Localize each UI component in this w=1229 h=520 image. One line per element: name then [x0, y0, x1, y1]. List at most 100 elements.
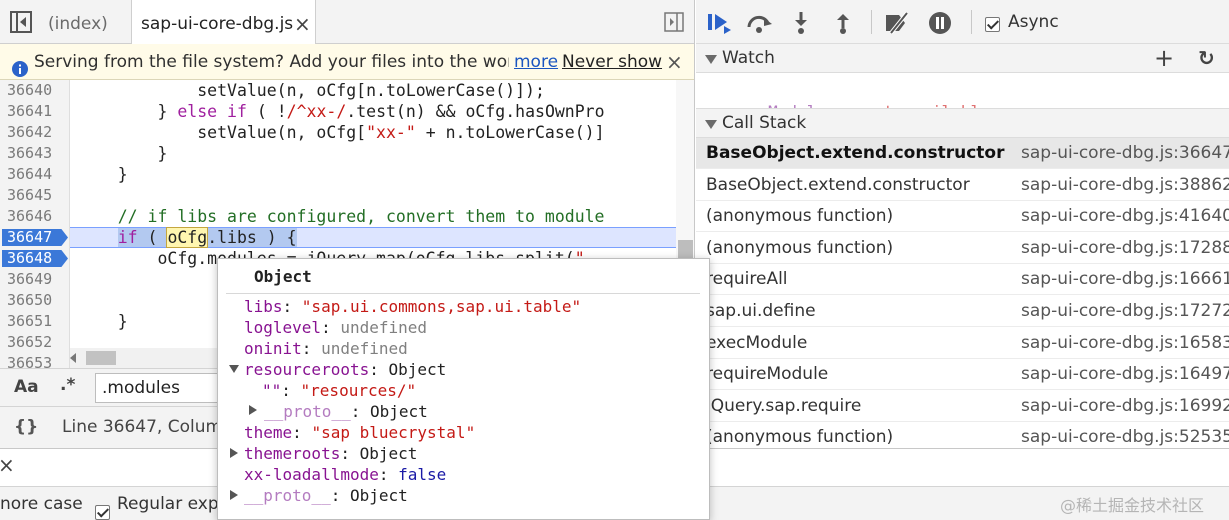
- frame-location: sap-ui-core-dbg.js:36647: [1021, 143, 1229, 163]
- callstack-frame[interactable]: (anonymous function) sap-ui-core-dbg.js:4…: [696, 201, 1229, 233]
- line-number[interactable]: 36642: [0, 122, 70, 143]
- tab-index[interactable]: (index): [48, 0, 108, 44]
- code-line[interactable]: if ( oCfg.libs ) {: [78, 227, 297, 248]
- ignore-case-label: nore case: [0, 494, 83, 514]
- line-number[interactable]: 36641: [0, 101, 70, 122]
- drawer-close-icon[interactable]: ×: [0, 453, 15, 477]
- line-number[interactable]: 36640: [0, 80, 70, 101]
- async-label: Async: [1008, 12, 1059, 32]
- prop-value: undefined: [321, 339, 408, 358]
- line-number[interactable]: 36651: [0, 311, 70, 332]
- callstack-frame[interactable]: execModule sap-ui-core-dbg.js:16583: [696, 328, 1229, 359]
- code-line[interactable]: }: [78, 164, 128, 185]
- horizontal-scroll-thumb[interactable]: [86, 351, 116, 365]
- prop-key: themeroots: [244, 444, 341, 463]
- line-number[interactable]: 36643: [0, 143, 70, 164]
- refresh-watch-icon[interactable]: ↻: [1198, 44, 1215, 73]
- callstack-frame[interactable]: jQuery.sap.require sap-ui-core-dbg.js:169…: [696, 391, 1229, 422]
- tab-sap-ui-core-dbg[interactable]: sap-ui-core-dbg.js ×: [131, 0, 316, 45]
- pretty-print-button[interactable]: {}: [14, 407, 38, 447]
- prop-value: Object: [369, 402, 428, 421]
- match-case-button[interactable]: Aa: [14, 377, 39, 397]
- step-into-icon[interactable]: [791, 11, 815, 35]
- line-number[interactable]: 36653: [0, 353, 70, 368]
- pause-on-exceptions-icon[interactable]: [928, 11, 952, 35]
- prop-proto[interactable]: __proto__: Object: [264, 401, 428, 422]
- prop-oninit[interactable]: oninit: undefined: [244, 338, 408, 359]
- tab-close-icon[interactable]: ×: [294, 0, 311, 48]
- code-line[interactable]: setValue(n, oCfg[n.toLowerCase()]);: [78, 80, 545, 101]
- prop-value: "sap.ui.commons,sap.ui.table": [301, 297, 582, 316]
- line-number-text: 36645: [7, 186, 53, 204]
- prop-value: undefined: [340, 318, 428, 337]
- line-number-text: 36642: [7, 123, 53, 141]
- frame-function: jQuery.sap.require: [706, 395, 862, 416]
- prop-xx-loadallmode[interactable]: xx-loadallmode: false: [244, 464, 446, 485]
- callstack-frame[interactable]: BaseObject.extend.constructor sap-ui-core…: [696, 170, 1229, 201]
- step-out-icon[interactable]: [833, 11, 857, 35]
- line-number-text: 36653: [7, 354, 53, 368]
- frame-location: sap-ui-core-dbg.js:16661: [1021, 269, 1229, 290]
- breakpoint-line-number[interactable]: 36648: [0, 248, 70, 269]
- line-number[interactable]: 36645: [0, 185, 70, 206]
- prop-loglevel[interactable]: loglevel: undefined: [244, 317, 427, 338]
- callstack-frame[interactable]: requireModule sap-ui-core-dbg.js:16497: [696, 359, 1229, 391]
- callstack-section-header[interactable]: Call Stack: [696, 108, 1229, 138]
- expand-proto2-icon[interactable]: [230, 490, 238, 500]
- callstack-frame[interactable]: sap.ui.define sap-ui-core-dbg.js:17272: [696, 296, 1229, 327]
- prop-key: loglevel: [244, 318, 322, 337]
- code-line[interactable]: } else if ( !/^xx-/.test(n) && oCfg.hasO…: [78, 101, 604, 122]
- callstack-collapse-icon[interactable]: [705, 120, 717, 129]
- line-number[interactable]: 36649: [0, 269, 70, 290]
- editor-tabbar: (index) sap-ui-core-dbg.js ×: [0, 0, 694, 45]
- code-line[interactable]: // if libs are configured, convert them …: [78, 206, 605, 227]
- scroll-left-icon[interactable]: [70, 353, 76, 363]
- line-number-text: 36647: [7, 228, 53, 246]
- callstack-frame[interactable]: BaseObject.extend.constructor sap-ui-core…: [696, 138, 1229, 169]
- prop-value: Object: [359, 444, 418, 463]
- expand-themeroots-icon[interactable]: [230, 448, 238, 458]
- infobar-never-show-link[interactable]: Never show: [562, 44, 662, 79]
- watermark: @稀土掘金技术社区: [1060, 496, 1205, 515]
- infobar-more-link[interactable]: more: [514, 44, 558, 79]
- prop-libs[interactable]: libs: "sap.ui.commons,sap.ui.table": [244, 296, 581, 317]
- expand-resourceroots-icon[interactable]: [229, 365, 239, 373]
- expand-proto-icon[interactable]: [249, 405, 257, 415]
- watch-section-header[interactable]: Watch + ↻: [696, 43, 1229, 73]
- prop-resourceroots[interactable]: resourceroots: Object: [244, 359, 446, 380]
- prop-key: __proto__: [264, 402, 351, 421]
- prop-theme[interactable]: theme: "sap bluecrystal": [244, 422, 475, 443]
- navigator-toggle-icon[interactable]: [10, 11, 32, 33]
- line-number-text: 36644: [7, 165, 53, 183]
- callstack-frame[interactable]: requireAll sap-ui-core-dbg.js:16661: [696, 264, 1229, 296]
- code-line[interactable]: }: [78, 311, 128, 332]
- add-watch-icon[interactable]: +: [1154, 44, 1174, 72]
- prop-resourceroots-empty[interactable]: "": "resources/": [262, 380, 416, 401]
- regular-expression-checkbox[interactable]: [95, 505, 110, 520]
- prop-themeroots[interactable]: themeroots: Object: [244, 443, 417, 464]
- line-number[interactable]: 36646: [0, 206, 70, 227]
- watch-collapse-icon[interactable]: [705, 55, 717, 64]
- code-line[interactable]: }: [78, 143, 167, 164]
- callstack-frame[interactable]: (anonymous function) sap-ui-core-dbg.js:1…: [696, 233, 1229, 264]
- prop-proto-root[interactable]: __proto__: Object: [244, 485, 408, 506]
- line-number[interactable]: 36652: [0, 332, 70, 353]
- line-gutter[interactable]: 36640 36641 36642 36643 36644 36645 36646 36647…: [0, 80, 70, 368]
- line-number-text: 36650: [7, 291, 53, 309]
- line-number-text: 36649: [7, 270, 53, 288]
- async-checkbox[interactable]: [985, 17, 1000, 32]
- code-line[interactable]: setValue(n, oCfg["xx-" + n.toLowerCase()…: [78, 122, 604, 143]
- line-number[interactable]: 36644: [0, 164, 70, 185]
- regex-button[interactable]: .*: [60, 375, 75, 395]
- line-number[interactable]: 36650: [0, 290, 70, 311]
- infobar-close-icon[interactable]: ×: [666, 44, 683, 79]
- vertical-scroll-thumb[interactable]: [678, 240, 693, 260]
- step-over-icon[interactable]: [746, 11, 772, 35]
- resume-icon[interactable]: [706, 11, 731, 35]
- deactivate-breakpoints-icon[interactable]: [883, 11, 909, 35]
- prop-value: Object: [349, 486, 408, 505]
- breakpoint-line-number[interactable]: 36647: [0, 227, 70, 248]
- toolbar-divider: [871, 10, 872, 34]
- callstack-frame[interactable]: (anonymous function) sap-ui-core-dbg.js:5…: [696, 422, 1229, 448]
- debugger-toggle-icon[interactable]: [664, 12, 684, 32]
